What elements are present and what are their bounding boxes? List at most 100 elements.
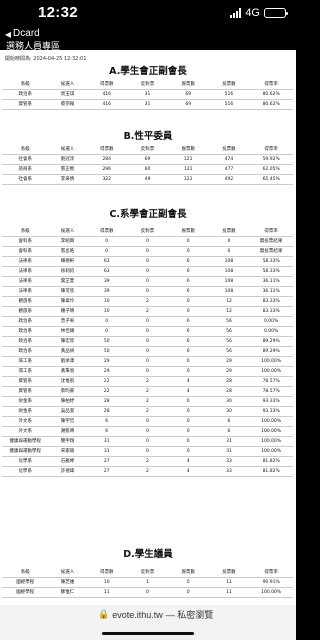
table-cell: 29 [86,366,128,377]
table-cell: 政治系 [2,336,49,347]
column-header: 廢票數 [167,79,209,90]
table-row: 財金系 陳柏妤 28 2 0 30 93.33% [2,396,293,407]
column-header: 系級 [2,567,49,578]
column-header: 得票數 [86,144,128,155]
table-cell: 89.29% [249,336,293,347]
table-cell: 4 [167,466,209,477]
table-row: 政治系 周玉琪 416 31 69 516 80.62% [2,89,293,100]
table-cell: 29 [208,366,250,377]
section-b-table: 系級 候選人 得票數 反對票 廢票數 投票數 得票率 社會系 劉冠淳 284 69 121 474 59.… [2,144,293,185]
table-cell: 121 [167,174,209,185]
table-cell: 2 [127,406,168,417]
table-cell: 0 [86,236,128,247]
table-cell: 33 [208,466,250,477]
table-row: 政治系 陳宏欣 50 0 6 56 89.29% [2,336,293,347]
table-cell: 56 [208,346,250,357]
table-row: 國經學程 陳芝維 10 1 0 11 90.91% [2,577,293,588]
table-cell: 0 [167,587,209,598]
table-cell: 56 [208,316,250,327]
back-button[interactable]: ◂ Dcard [5,28,40,40]
table-cell: 0 [167,577,209,588]
table-cell: 劉承澤 [48,356,87,367]
table-cell: 4 [167,386,209,397]
table-cell: 資管系 [2,99,49,110]
column-header: 反對票 [127,226,168,237]
table-cell: 2 [127,376,168,387]
table-cell: 31 [127,99,168,110]
table-cell: 63 [86,256,128,267]
table-row: 政治系 林佳穎 0 0 6 56 0.00% [2,326,293,337]
table-cell: 李采倩 [48,174,87,185]
table-cell: 31 [208,446,250,457]
table-cell: 28 [86,396,128,407]
table-cell: 0 [208,246,250,257]
table-cell: 56 [208,326,250,337]
table-cell: 78.57% [249,376,293,387]
column-header: 投票數 [208,567,250,578]
table-cell: 0.00% [249,316,293,327]
table-cell: 6 [208,426,250,437]
table-cell: 93.33% [249,396,293,407]
table-cell: 觀旅系 [2,296,49,307]
table-cell: 陳宇哲 [48,416,87,427]
table-row: 觀旅系 陳韋伶 10 2 0 12 83.33% [2,296,293,307]
column-header: 反對票 [127,144,168,155]
table-cell: 0 [127,416,168,427]
table-cell: 28 [86,406,128,417]
table-cell: 31 [86,436,128,447]
table-cell: 周玉琪 [48,89,87,100]
column-header: 系級 [2,79,49,90]
table-row: 化學系 許德瑋 27 2 4 33 81.82% [2,466,293,477]
table-cell: 0 [167,246,209,257]
table-cell: 78.57% [249,386,293,397]
status-indicators: 4G [230,7,288,19]
table-cell: 90.91% [249,577,293,588]
table-row: 環工系 劉承澤 29 0 0 29 100.00% [2,356,293,367]
url-text: evote.ithu.tw [112,609,163,620]
table-cell: 2 [127,386,168,397]
table-cell: 觀旅系 [2,306,49,317]
table-cell: 國經學程 [2,577,49,588]
table-row: 法律系 葉芷萱 39 0 6 108 36.11% [2,276,293,287]
column-header: 得票數 [86,567,128,578]
column-header: 投票數 [208,79,250,90]
table-cell: 29 [208,356,250,367]
table-cell: 0 [127,236,168,247]
table-cell: 0 [167,356,209,367]
table-cell: 0 [127,266,168,277]
table-row: 政治系 曾子宥 0 0 6 56 0.00% [2,316,293,327]
table-cell: 謝凱晴 [48,426,87,437]
table-cell: 0 [86,326,128,337]
table-cell: 0 [127,366,168,377]
table-cell: 健康與運動學程 [2,446,49,457]
table-cell: 100.00% [249,436,293,447]
table-row: 國經學程 鄭惟仁 11 0 0 11 100.00% [2,587,293,598]
table-cell: 6 [208,416,250,427]
table-cell: 100.00% [249,366,293,377]
column-header: 系級 [2,226,49,237]
table-cell: 100.00% [249,446,293,457]
table-cell: 6 [167,276,209,287]
table-cell: 資管系 [2,386,49,397]
table-cell: 83.33% [249,296,293,307]
column-header: 得票率 [249,226,293,237]
table-cell: 0 [167,366,209,377]
address-bar[interactable]: 🔒 evote.ithu.tw — 私密瀏覽 [98,608,213,621]
table-cell: 93.33% [249,406,293,417]
table-cell: 0 [127,436,168,447]
table-cell: 39 [86,276,128,287]
table-cell: 0 [127,246,168,257]
table-cell: 蔡宗翰 [48,99,87,110]
table-cell: 36.11% [249,286,293,297]
table-cell: 28 [208,376,250,387]
table-cell: 0 [127,276,168,287]
table-cell: 31 [127,89,168,100]
table-cell: 100.00% [249,587,293,598]
table-cell: 0 [127,356,168,367]
table-cell: 賴德軒 [48,256,87,267]
table-cell: 12 [208,306,250,317]
print-time: 開始時間為: 2024-04-25 12:32:01 [5,56,87,62]
column-header: 候選人 [48,144,87,155]
table-cell: 政治系 [2,316,49,327]
table-row: 健康與運動學程 宋家瑜 31 0 0 31 100.00% [2,446,293,457]
